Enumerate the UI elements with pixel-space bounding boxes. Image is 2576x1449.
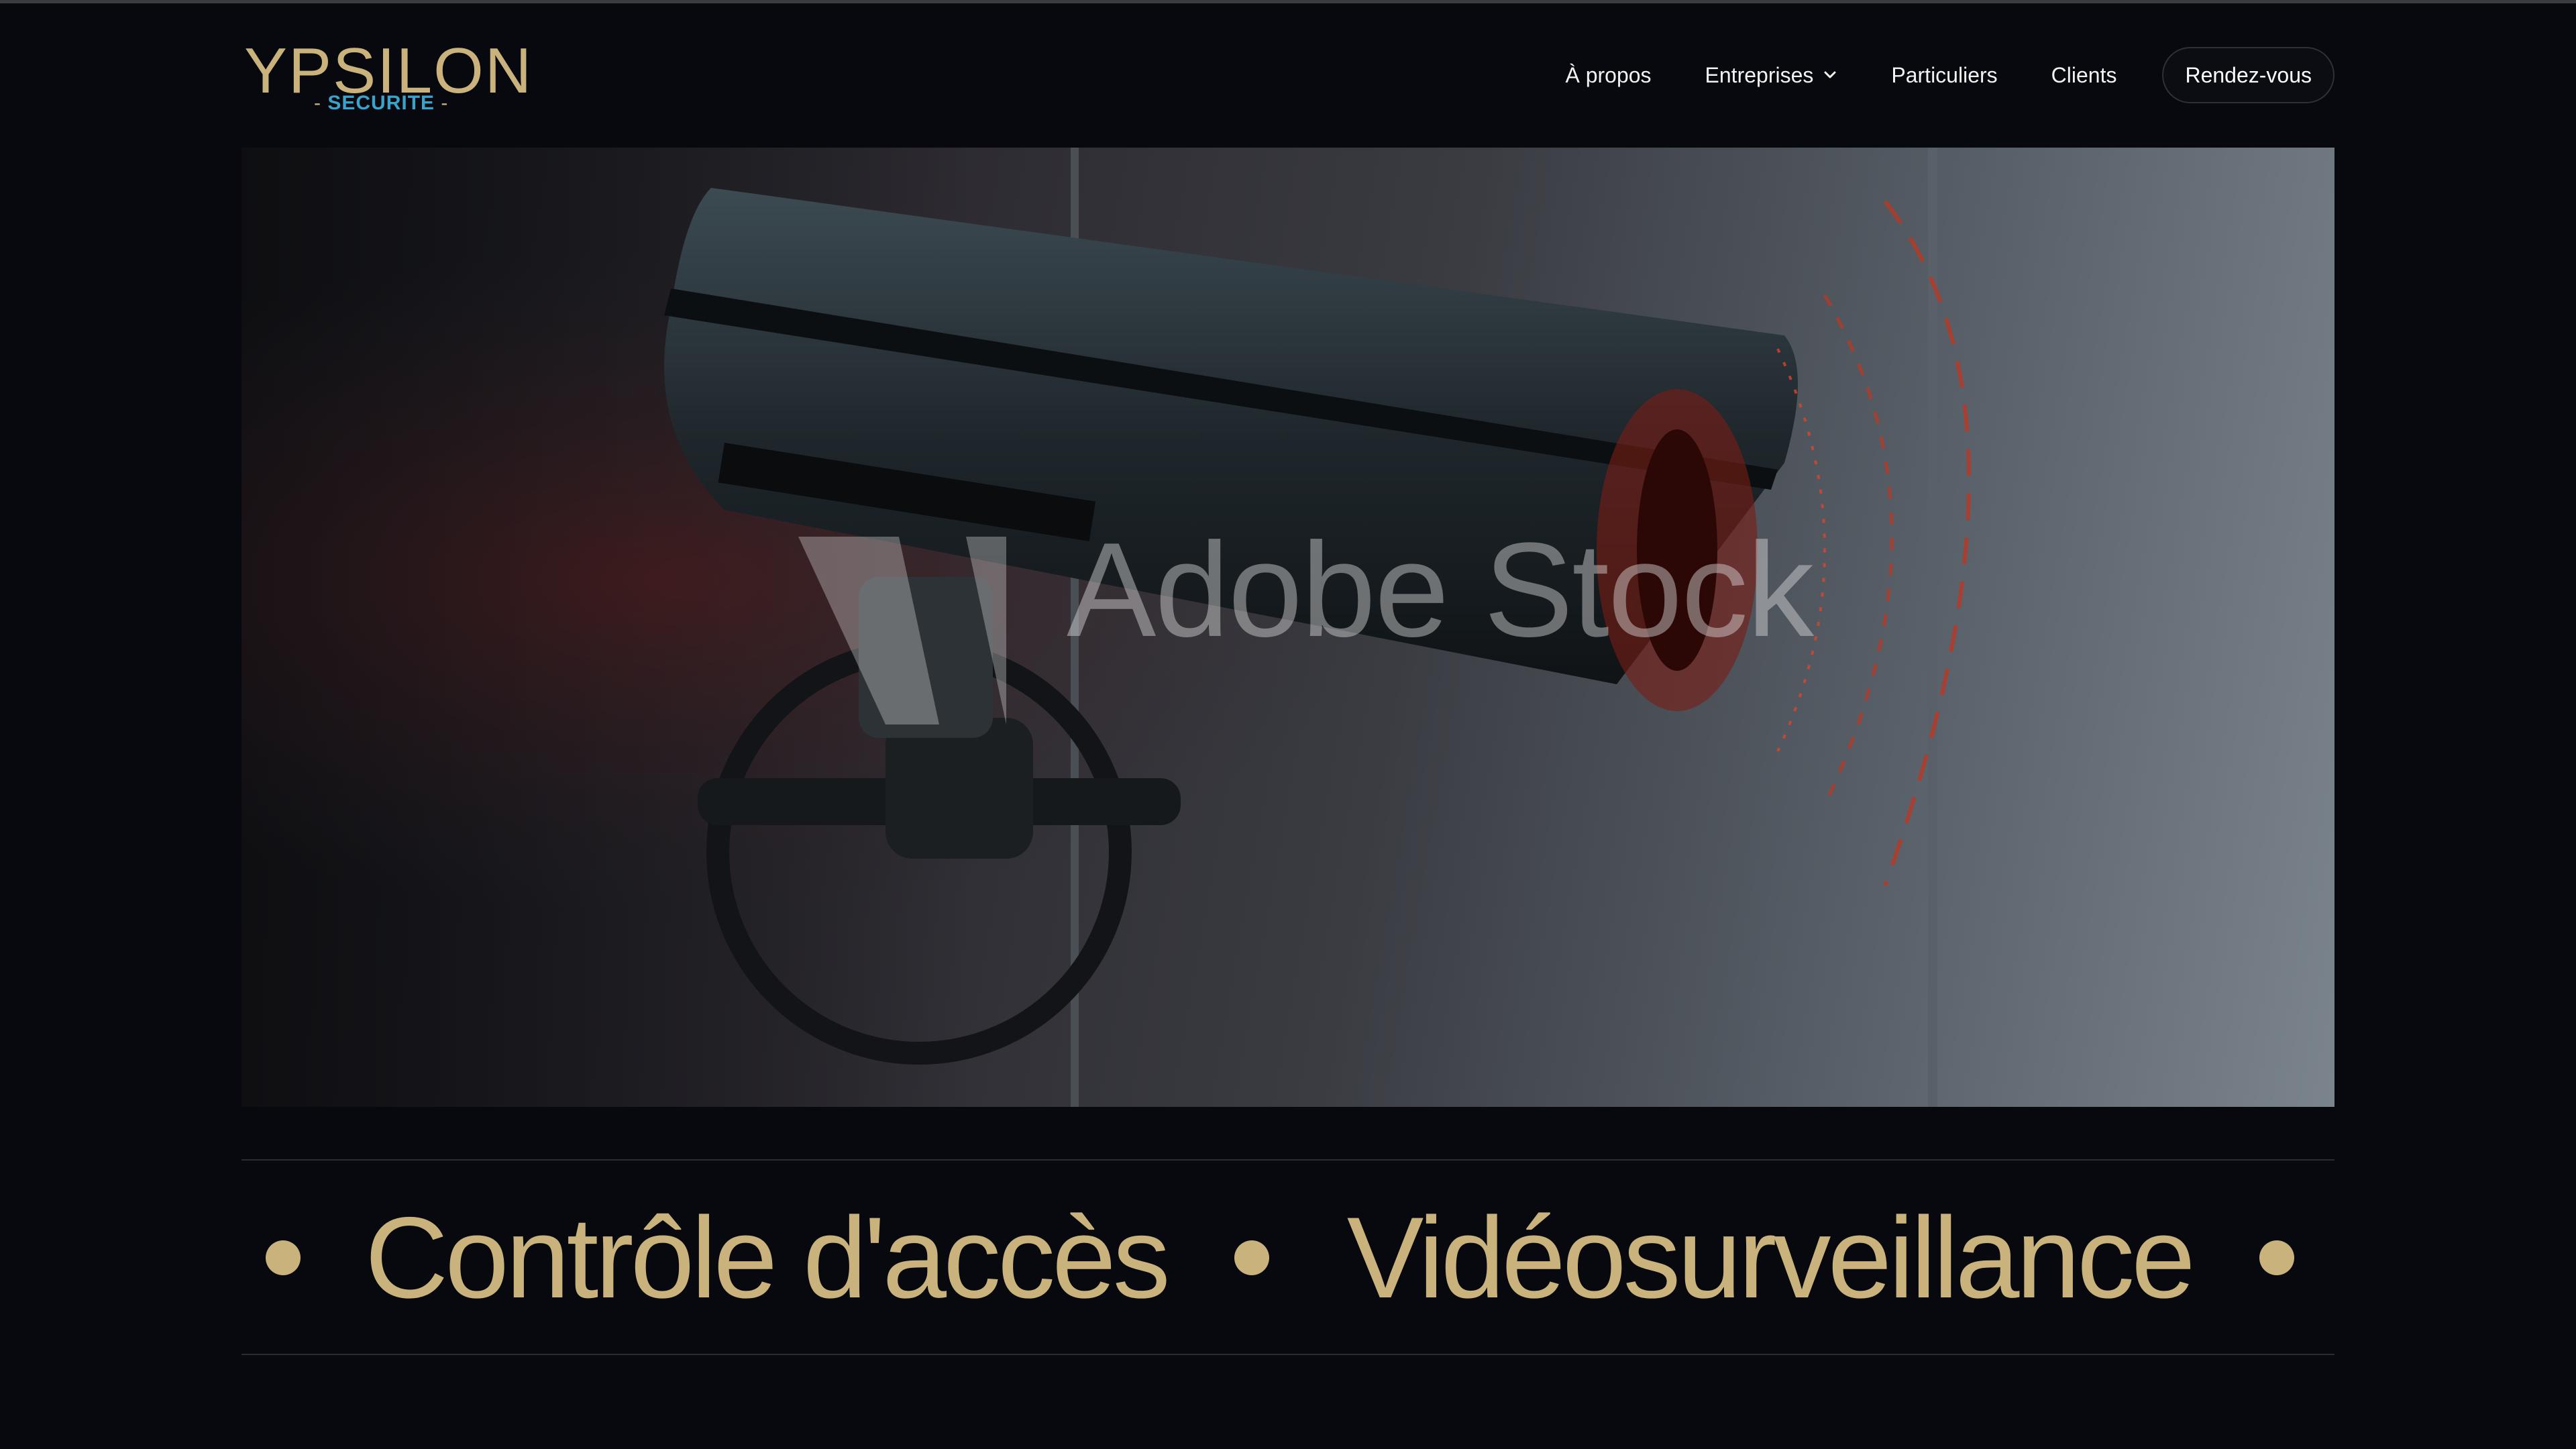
nav-link-a-propos[interactable]: À propos: [1565, 63, 1651, 88]
service-access-control: Contrôle d'accès: [365, 1193, 1171, 1322]
rendez-vous-button[interactable]: Rendez-vous: [2162, 47, 2334, 103]
chevron-down-icon: [1824, 71, 1836, 78]
ypsilon-logo[interactable]: YPSILON - SECURITE -: [241, 39, 531, 119]
mount-joint: [885, 718, 1033, 859]
dot-icon: [1234, 1240, 1269, 1275]
marquee-divider-bottom: [241, 1354, 2334, 1355]
nav-link-entreprises[interactable]: Entreprises: [1705, 63, 1838, 88]
logo-dash-left: -: [314, 92, 321, 114]
adobe-stock-watermark: Adobe Stock: [1067, 515, 1814, 665]
nav-link-particuliers[interactable]: Particuliers: [1891, 63, 1997, 88]
service-video-surveillance: Vidéosurveillance: [1346, 1193, 2196, 1322]
logo-tagline: - SECURITE -: [314, 90, 448, 117]
window-top-border: [0, 0, 2576, 3]
nav-link-entreprises-label: Entreprises: [1705, 62, 1814, 87]
dot-icon: [266, 1240, 301, 1275]
hero-media: Adobe Stock: [241, 148, 2334, 1107]
dot-icon: [2259, 1240, 2294, 1275]
nav-link-clients[interactable]: Clients: [2051, 63, 2117, 88]
logo-dash-right: -: [441, 92, 449, 114]
logo-tagline-text: SECURITE: [327, 92, 435, 114]
marquee-divider-top: [241, 1159, 2334, 1161]
main-nav: À propos Entreprises Particuliers Client…: [1565, 46, 2334, 105]
services-marquee: Contrôle d'accès Vidéosurveillance: [241, 1171, 2334, 1345]
